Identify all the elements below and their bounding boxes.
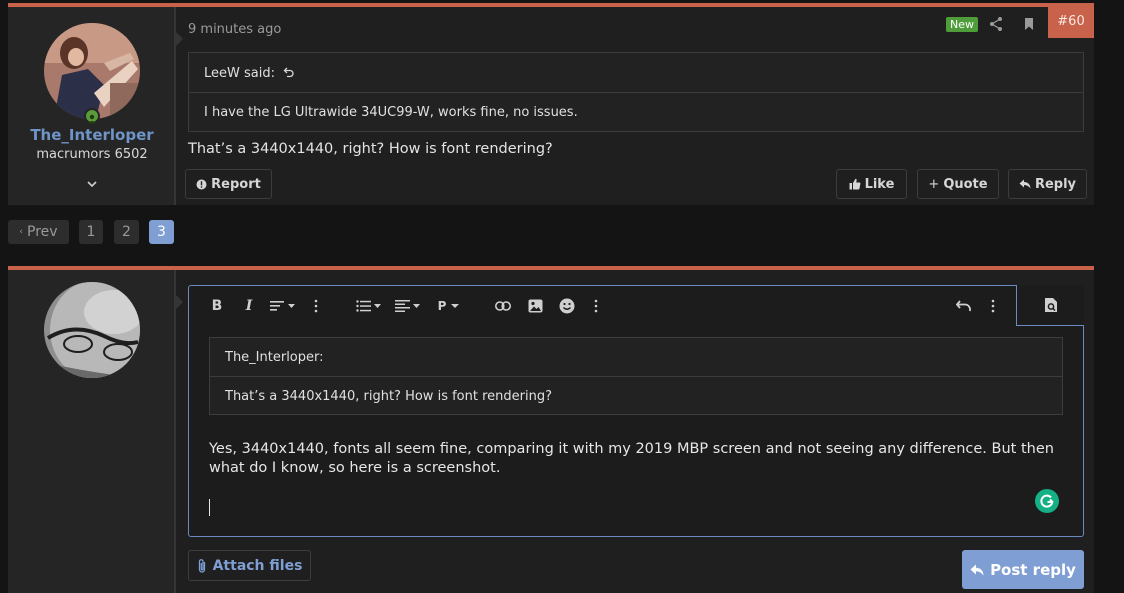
message-body: That’s a 3440x1440, right? How is font r… [188, 141, 553, 157]
message-post: The_Interloper macrumors 6502 9 minutes … [8, 3, 1094, 205]
italic-icon[interactable]: I [239, 296, 259, 316]
pagination-page-2[interactable]: 2 [114, 220, 139, 244]
reply-button[interactable]: Reply [1008, 169, 1087, 199]
quick-reply-form: B I P The_Interloper: That’s a 3440x1440… [8, 266, 1094, 593]
thumbs-up-icon [849, 178, 860, 190]
bookmark-icon[interactable] [1020, 15, 1038, 33]
post-reply-label: Post reply [990, 560, 1076, 579]
reply-draft-text[interactable]: Yes, 3440x1440, fonts all seem fine, com… [209, 440, 1059, 478]
editor-quoted-message: The_Interloper: That’s a 3440x1440, righ… [209, 337, 1063, 415]
attach-files-button[interactable]: Attach files [188, 550, 311, 581]
pagination-prev-button[interactable]: ‹ Prev [8, 220, 69, 244]
more-insert-options-icon[interactable] [589, 296, 603, 316]
bold-icon[interactable]: B [207, 296, 227, 316]
pagination-page-1[interactable]: 1 [79, 220, 103, 244]
more-editor-options-icon[interactable] [986, 296, 1000, 316]
paragraph-format-label: P [437, 299, 447, 313]
post-number-link[interactable]: #60 [1048, 7, 1094, 38]
post-timestamp[interactable]: 9 minutes ago [188, 22, 281, 37]
user-title: macrumors 6502 [36, 147, 148, 162]
reply-user-panel [8, 270, 183, 593]
like-button[interactable]: Like [836, 169, 907, 199]
expand-user-info-chevron-icon[interactable] [8, 177, 176, 191]
quote-header[interactable]: LeeW said: [189, 53, 1083, 93]
new-badge: New [946, 17, 978, 32]
quoted-message: LeeW said: I have the LG Ultrawide 34UC9… [188, 52, 1084, 132]
share-icon[interactable] [987, 15, 1005, 33]
quote-button[interactable]: + Quote [917, 169, 999, 199]
smiley-icon[interactable] [557, 296, 577, 316]
reply-arrow-icon [970, 564, 984, 575]
insert-link-icon[interactable] [493, 296, 513, 316]
reply-label: Reply [1034, 176, 1077, 192]
username-link[interactable]: The_Interloper [8, 126, 176, 144]
post-reply-button[interactable]: Post reply [962, 550, 1084, 589]
text-caret [209, 499, 210, 516]
report-label: Report [211, 176, 261, 192]
insert-image-icon[interactable] [525, 296, 545, 316]
editor-toolbar: B I P [189, 285, 1084, 326]
message-user-panel: The_Interloper macrumors 6502 [8, 7, 183, 205]
quote-text: I have the LG Ultrawide 34UC99-W, works … [204, 105, 578, 120]
chevron-left-icon: ‹ [19, 227, 24, 237]
pagination-page-3-current[interactable]: 3 [149, 220, 174, 244]
current-user-avatar[interactable] [44, 282, 140, 378]
align-dropdown-icon[interactable] [394, 296, 424, 316]
undo-icon[interactable] [954, 296, 974, 316]
reply-arrow-icon [1019, 179, 1031, 189]
like-label: Like [864, 176, 895, 192]
quote-label: Quote [943, 176, 988, 192]
more-options-icon[interactable] [309, 296, 323, 316]
editor-quote-author: The_Interloper: [210, 338, 1062, 377]
text-format-dropdown-icon[interactable] [269, 296, 299, 316]
preview-toggle-icon[interactable] [1016, 285, 1084, 326]
list-dropdown-icon[interactable] [355, 296, 385, 316]
go-to-quote-icon[interactable] [283, 66, 295, 78]
attach-files-label: Attach files [212, 557, 303, 574]
report-button[interactable]: Report [185, 169, 272, 199]
grammarly-icon[interactable] [1035, 489, 1059, 513]
plus-icon: + [928, 176, 940, 192]
reply-editor[interactable]: B I P The_Interloper: That’s a 3440x1440… [188, 285, 1084, 537]
user-avatar[interactable] [44, 23, 140, 119]
quote-author: LeeW said: [204, 66, 275, 81]
paperclip-icon [198, 558, 205, 573]
pagination-prev-label: Prev [27, 224, 58, 240]
online-status-icon [84, 108, 100, 124]
editor-quote-text: That’s a 3440x1440, right? How is font r… [225, 389, 552, 404]
paragraph-format-dropdown[interactable]: P [435, 296, 463, 316]
warning-icon [196, 179, 207, 189]
